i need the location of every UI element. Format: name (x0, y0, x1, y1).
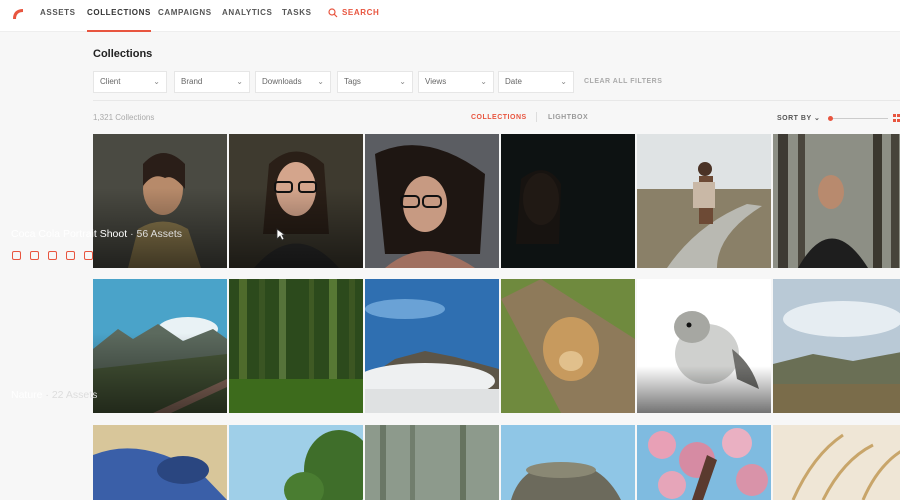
nav-item-collections[interactable]: COLLECTIONS (87, 0, 151, 32)
rock-sky-photo (501, 425, 635, 500)
cloud-mountain-photo (365, 279, 499, 413)
tab-collections[interactable]: COLLECTIONS (471, 114, 527, 121)
tab-lightbox[interactable]: LIGHTBOX (548, 114, 588, 121)
blue-bird-photo (93, 425, 227, 500)
search-label: SEARCH (342, 8, 380, 17)
collection-tile[interactable] (637, 425, 771, 500)
collection-tile[interactable] (773, 279, 900, 413)
collection-tile[interactable] (501, 134, 635, 268)
filter-views[interactable]: Views ⌄ (418, 71, 494, 93)
filter-label: Date (505, 77, 522, 86)
collection-tile[interactable] (501, 425, 635, 500)
grid-view-icon[interactable] (893, 114, 900, 123)
nav-item-assets[interactable]: ASSETS (40, 0, 76, 32)
nav-item-campaigns[interactable]: CAMPAIGNS (158, 0, 212, 32)
collection-tile[interactable] (365, 134, 499, 268)
forest-portrait-photo (773, 134, 900, 268)
filter-label: Tags (344, 77, 361, 86)
chevron-down-icon: ⌄ (560, 77, 567, 86)
chevron-down-icon: ⌄ (399, 77, 406, 86)
filter-label: Views (425, 77, 447, 86)
top-navigation-bar: ASSETS COLLECTIONS CAMPAIGNS ANALYTICS T… (0, 0, 900, 32)
filter-label: Downloads (262, 77, 302, 86)
filter-client[interactable]: Client ⌄ (93, 71, 167, 93)
dark-portrait-photo (501, 134, 635, 268)
sort-by-label: SORT BY (777, 115, 812, 122)
filter-label: Client (100, 77, 121, 86)
misty-forest-photo (365, 425, 499, 500)
collection-asset-count: · 22 Assets (42, 389, 98, 401)
collection-name: Nature (11, 389, 43, 401)
collection-tile[interactable] (365, 279, 499, 413)
collection-tile[interactable] (229, 425, 363, 500)
filter-label: Brand (181, 77, 203, 86)
tile-overlay (93, 332, 227, 413)
cursor-icon (276, 228, 286, 241)
collection-tile[interactable] (229, 279, 363, 413)
lion-photo (501, 279, 635, 413)
collection-count: 1,321 Collections (93, 113, 155, 122)
search-icon (328, 8, 338, 18)
sort-by-dropdown[interactable]: SORT BY ⌄ (777, 114, 820, 122)
chevron-down-icon: ⌄ (813, 115, 821, 122)
collection-actions (12, 251, 93, 260)
chevron-down-icon: ⌄ (153, 77, 160, 86)
filter-date[interactable]: Date ⌄ (498, 71, 574, 93)
collection-tile[interactable] (773, 425, 900, 500)
chevron-down-icon: ⌄ (317, 77, 324, 86)
page-title: Collections (93, 48, 153, 60)
filter-tags[interactable]: Tags ⌄ (337, 71, 413, 93)
road-walker-photo (637, 134, 771, 268)
link-icon[interactable] (48, 251, 57, 260)
collection-asset-count: · 56 Assets (127, 228, 183, 240)
portrait-photo (365, 134, 499, 268)
filter-downloads[interactable]: Downloads ⌄ (255, 71, 331, 93)
collection-tile[interactable] (365, 425, 499, 500)
filter-brand[interactable]: Brand ⌄ (174, 71, 250, 93)
collection-tile[interactable] (93, 134, 227, 268)
slider-handle[interactable] (828, 116, 833, 121)
collection-tile[interactable] (229, 134, 363, 268)
collection-name: Coca Cola Portrait Shoot (11, 228, 128, 240)
search-button[interactable]: SEARCH (328, 0, 379, 26)
dry-grass-photo (773, 425, 900, 500)
cherry-blossom-photo (637, 425, 771, 500)
tab-separator (536, 112, 537, 122)
collection-tile[interactable] (637, 279, 771, 413)
tile-overlay (229, 187, 363, 268)
collection-tile[interactable] (773, 134, 900, 268)
collection-tile[interactable] (93, 425, 227, 500)
hills-landscape-photo (773, 279, 900, 413)
edit-icon[interactable] (12, 251, 21, 260)
chevron-down-icon: ⌄ (480, 77, 487, 86)
divider (93, 100, 900, 101)
thumbnail-size-slider[interactable] (828, 118, 888, 119)
collection-tile[interactable] (637, 134, 771, 268)
upload-icon[interactable] (84, 251, 93, 260)
nav-item-tasks[interactable]: TASKS (282, 0, 312, 32)
share-icon[interactable] (30, 251, 39, 260)
logo-icon[interactable] (11, 7, 25, 21)
collection-tile[interactable] (501, 279, 635, 413)
clear-all-filters-link[interactable]: CLEAR ALL FILTERS (584, 78, 662, 85)
nav-item-analytics[interactable]: ANALYTICS (222, 0, 272, 32)
collection-caption: Coca Cola Portrait Shoot · 56 Assets (11, 228, 182, 240)
tree-sky-photo (229, 425, 363, 500)
chevron-down-icon: ⌄ (236, 77, 243, 86)
download-icon[interactable] (66, 251, 75, 260)
tile-overlay (637, 366, 771, 413)
green-forest-photo (229, 279, 363, 413)
collection-caption: Nature · 22 Assets (11, 389, 97, 401)
collection-tile[interactable] (93, 279, 227, 413)
